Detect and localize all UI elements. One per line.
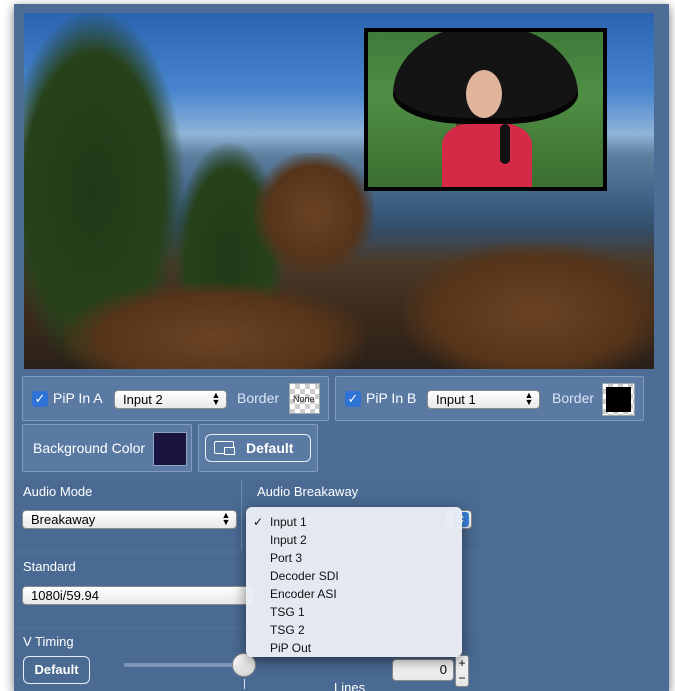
checkmark-icon: ✓ — [34, 391, 46, 406]
pip-a-checkbox[interactable]: ✓ — [32, 391, 48, 407]
pip-b-checkbox[interactable]: ✓ — [345, 391, 361, 407]
audio-breakaway-option-label: Port 3 — [270, 551, 303, 565]
background-color-label: Background Color — [33, 440, 146, 456]
background-color-panel: Background Color — [22, 424, 192, 472]
pip-window[interactable] — [364, 28, 607, 191]
pip-a-panel: ✓ PiP In A Input 2 ▲ ▼ Border None — [22, 376, 329, 421]
vtiming-default-button[interactable]: Default — [23, 656, 90, 684]
standard-section: Standard 1080i/59.94 — [14, 556, 254, 626]
audio-breakaway-option[interactable]: Decoder SDI — [246, 567, 462, 585]
audio-breakaway-option[interactable]: TSG 1 — [246, 603, 462, 621]
vtiming-header: V Timing — [23, 634, 74, 649]
audio-breakaway-option-label: Input 2 — [270, 533, 307, 547]
audio-breakaway-header: Audio Breakaway — [257, 484, 359, 499]
audio-breakaway-option[interactable]: Input 2 — [246, 531, 462, 549]
preview-bush-3 — [64, 283, 364, 369]
pip-b-border-swatch[interactable] — [602, 383, 635, 416]
pip-b-border-color — [606, 387, 631, 412]
audio-breakaway-option[interactable]: Encoder ASI — [246, 585, 462, 603]
pip-b-input-select[interactable]: Input 1 ▲ ▼ — [427, 390, 540, 409]
pip-presenter-body — [442, 124, 532, 187]
default-button-panel: Default — [198, 424, 318, 472]
checkmark-icon: ✓ — [347, 391, 359, 406]
pip-presenter-head — [466, 70, 502, 118]
updown-chevron-icon: ▲▼ — [524, 390, 534, 407]
vtiming-slider-tick — [244, 679, 245, 689]
pip-b-input-value: Input 1 — [436, 392, 476, 407]
vtiming-slider-track[interactable] — [124, 663, 249, 667]
video-preview — [24, 13, 654, 369]
pip-b-label: PiP In B — [366, 390, 417, 406]
preview-bush-2 — [404, 243, 654, 369]
plus-minus-stepper-icon[interactable]: + − — [455, 655, 469, 687]
pip-b-border-label: Border — [552, 390, 595, 406]
audio-breakaway-option-label: TSG 1 — [270, 605, 305, 619]
audio-mode-section: Audio Mode Breakaway ▲ ▼ — [14, 480, 242, 550]
audio-breakaway-option-label: TSG 2 — [270, 623, 305, 637]
audio-mode-header: Audio Mode — [23, 484, 93, 499]
background-color-swatch[interactable] — [153, 432, 187, 466]
pip-b-panel: ✓ PiP In B Input 1 ▲ ▼ Border — [335, 376, 644, 421]
audio-breakaway-option-label: PiP Out — [270, 641, 312, 655]
pip-a-border-none: None — [293, 394, 315, 404]
audio-mode-value: Breakaway — [31, 512, 96, 527]
vtiming-lines-field[interactable]: 0 — [392, 659, 454, 681]
audio-breakaway-option[interactable]: ✓ Input 1 — [246, 513, 462, 531]
pip-a-input-select[interactable]: Input 2 ▲ ▼ — [114, 390, 227, 409]
audio-breakaway-option[interactable]: PiP Out — [246, 639, 462, 657]
background-default-button[interactable]: Default — [205, 434, 311, 462]
pip-a-label: PiP In A — [53, 390, 103, 406]
audio-breakaway-option-label: Decoder SDI — [270, 569, 339, 583]
audio-breakaway-option-label: Encoder ASI — [270, 587, 337, 601]
background-default-label: Default — [246, 440, 294, 456]
preview-bush-1 — [254, 153, 374, 273]
audio-mode-select[interactable]: Breakaway ▲ ▼ — [22, 510, 237, 529]
audio-breakaway-option-label: Input 1 — [270, 515, 307, 529]
pip-microphone — [500, 124, 510, 164]
audio-breakaway-option[interactable]: Port 3 — [246, 549, 462, 567]
audio-breakaway-menu: ✓ Input 1 Input 2 Port 3 Decoder SDI Encoder … — [246, 507, 462, 657]
standard-select[interactable]: 1080i/59.94 — [22, 586, 254, 605]
pip-a-input-value: Input 2 — [123, 392, 163, 407]
standard-header: Standard — [23, 559, 76, 574]
pip-control-window: ✓ PiP In A Input 2 ▲ ▼ Border None ✓ PiP … — [14, 4, 669, 691]
audio-breakaway-option[interactable]: TSG 2 — [246, 621, 462, 639]
window-layout-icon — [214, 441, 235, 455]
checkmark-icon: ✓ — [253, 515, 264, 529]
vtiming-lines-label: Lines — [334, 680, 366, 691]
updown-chevron-icon: ▲▼ — [221, 510, 231, 527]
standard-value: 1080i/59.94 — [31, 588, 99, 603]
pip-a-border-swatch[interactable]: None — [289, 383, 320, 414]
pip-a-border-label: Border — [237, 390, 280, 406]
updown-chevron-icon: ▲▼ — [211, 390, 221, 407]
